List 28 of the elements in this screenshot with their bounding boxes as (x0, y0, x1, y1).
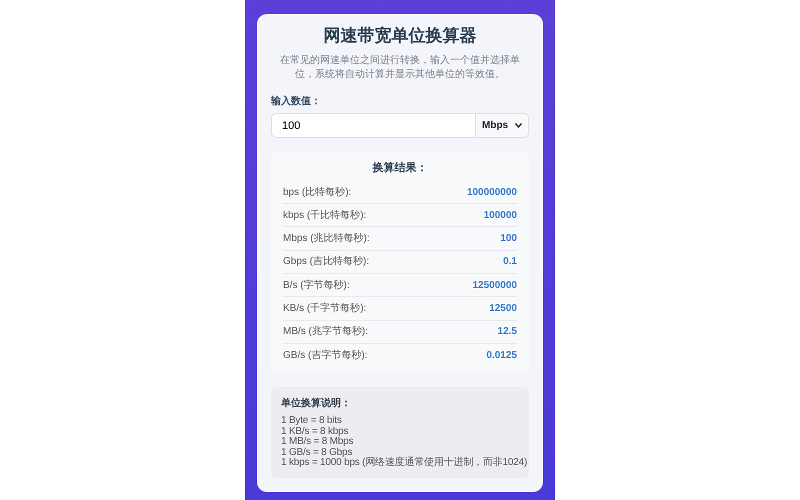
note-line: 1 GB/s = 8 Gbps (281, 448, 352, 458)
note-line: 1 Byte = 8 bits (281, 416, 343, 426)
unit-label: KB/s (千字节每秒): (283, 302, 366, 316)
caret-icon (515, 123, 522, 128)
unit-label: bps (比特每秒): (283, 186, 352, 200)
unit-value: 12500000 (472, 278, 517, 293)
unit-label: MB/s (兆字节每秒): (283, 324, 368, 340)
unit-label: B/s (字节每秒): (283, 278, 350, 293)
value-input[interactable]: 100 (271, 113, 475, 138)
unit-value: 100 (500, 232, 517, 246)
unit-value: 0.0125 (486, 349, 517, 364)
description-text: 在常见的网速单位之间进行转换，输入一个值并选择单位，系统将自动计算并显示其他单位的等效值。 (279, 54, 521, 82)
unit-label: Mbps (兆比特每秒): (283, 232, 370, 246)
unit-label: Gbps (吉比特每秒): (283, 254, 370, 270)
page-title: 网速带宽单位换算器 (322, 26, 478, 46)
note-line: 1 MB/s = 8 Mbps (281, 437, 354, 448)
unit-label: GB/s (吉字节每秒): (283, 348, 368, 364)
note-line: 1 KB/s = 8 kbps (281, 426, 348, 437)
unit-value: 12500 (489, 302, 517, 316)
notes-title: 单位换算说明： (281, 396, 352, 412)
unit-value: 100000000 (466, 186, 517, 200)
unit-value: 100000 (484, 208, 517, 223)
unit-value: 12.5 (498, 325, 517, 340)
unit-select[interactable]: Mbps (475, 113, 529, 138)
unit-value: 0.1 (503, 255, 517, 270)
unit-label: kbps (千比特每秒): (283, 208, 366, 223)
input-label: 输入数值： (271, 94, 322, 110)
results-title: 换算结果： (371, 160, 428, 176)
